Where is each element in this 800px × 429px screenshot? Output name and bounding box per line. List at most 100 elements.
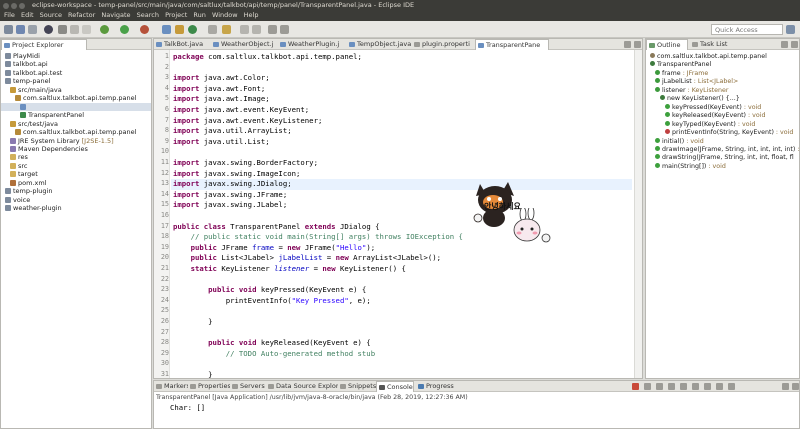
menu-help[interactable]: Help	[244, 10, 259, 21]
tree-item[interactable]: JRE System Library [J2SE-1.5]	[1, 137, 114, 145]
debug-run-icon[interactable]	[100, 25, 109, 34]
outline-item[interactable]: initial() : void	[655, 137, 704, 146]
external-tools-icon[interactable]	[140, 25, 149, 34]
menu-navigate[interactable]: Navigate	[101, 10, 130, 21]
code-line[interactable]: import java.awt.Font;	[173, 84, 265, 95]
outline-item[interactable]: frame : JFrame	[655, 69, 708, 78]
tab-weatherobject-java[interactable]: WeatherObject.j	[211, 39, 277, 50]
previous-annotation-icon[interactable]	[252, 25, 261, 34]
menu-refactor[interactable]: Refactor	[68, 10, 95, 21]
tree-item[interactable]: pom.xml	[1, 179, 47, 187]
tab-progress[interactable]: Progress	[416, 381, 460, 392]
code-line[interactable]: package com.saltlux.talkbot.api.temp.pan…	[173, 52, 362, 63]
perspective-icon[interactable]	[786, 25, 795, 34]
save-icon[interactable]	[16, 25, 25, 34]
tree-item[interactable]: PlayMidi	[1, 52, 40, 60]
code-line[interactable]: // TODO Auto-generated method stub	[173, 349, 375, 360]
save-all-icon[interactable]	[28, 25, 37, 34]
next-annotation-icon[interactable]	[240, 25, 249, 34]
code-line[interactable]: import java.util.List;	[173, 137, 270, 148]
tree-item[interactable]: temp-panel	[1, 77, 50, 85]
tab-servers[interactable]: Servers	[230, 381, 266, 392]
tab-talkbot-java[interactable]: TalkBot.java	[154, 39, 210, 50]
code-line[interactable]: import javax.swing.BorderFactory;	[173, 158, 318, 169]
tree-item[interactable]: TransparentPanel	[1, 111, 84, 119]
code-line[interactable]: public List<JLabel> jLabelList = new Arr…	[173, 253, 441, 264]
maximize-editor-icon[interactable]	[634, 41, 641, 48]
run-icon[interactable]	[120, 25, 129, 34]
console-output[interactable]: Char: []	[170, 403, 205, 412]
tree-item[interactable]: target	[1, 170, 38, 178]
forward-icon[interactable]	[280, 25, 289, 34]
tab-task-list[interactable]: Task List	[690, 39, 738, 50]
clear-console-icon[interactable]	[668, 383, 675, 390]
tree-item[interactable]	[1, 102, 151, 112]
tree-item[interactable]: talkbot.api	[1, 60, 48, 68]
code-line[interactable]: import javax.swing.JLabel;	[173, 200, 287, 211]
outline-item[interactable]: main(String[]) : void	[655, 162, 726, 171]
search-icon[interactable]	[222, 25, 231, 34]
menu-source[interactable]: Source	[40, 10, 62, 21]
display-console-icon[interactable]	[716, 383, 723, 390]
outline-item[interactable]: keyReleased(KeyEvent) : void	[665, 112, 765, 120]
code-line[interactable]: public void keyReleased(KeyEvent e) {	[173, 338, 371, 349]
back-icon[interactable]	[268, 25, 277, 34]
tree-item[interactable]: src/main/java	[1, 86, 62, 94]
code-line[interactable]: import javax.swing.JFrame;	[173, 190, 287, 201]
tab-plugin-properties[interactable]: plugin.properti	[412, 39, 474, 50]
minimize-window-icon[interactable]	[11, 3, 17, 9]
new-class-icon[interactable]	[188, 25, 197, 34]
outline-item[interactable]: drawImage(JFrame, String, int, int, int,…	[655, 145, 800, 154]
tree-item[interactable]: weather-plugin	[1, 204, 62, 212]
menu-edit[interactable]: Edit	[21, 10, 34, 21]
outline-item[interactable]: keyTyped(KeyEvent) : void	[665, 120, 755, 129]
new-package-icon[interactable]	[175, 25, 184, 34]
code-line[interactable]: import java.awt.event.KeyListener;	[173, 116, 322, 127]
pin-console-icon[interactable]	[704, 383, 711, 390]
tab-console[interactable]: Console	[376, 381, 414, 392]
tree-item[interactable]: src/test/java	[1, 120, 58, 128]
outline-item[interactable]: keyPressed(KeyEvent) : void	[665, 103, 761, 112]
code-line[interactable]: }	[173, 370, 212, 381]
outline-item[interactable]: printEventInfo(String, KeyEvent) : void	[665, 129, 793, 137]
quick-access-input[interactable]: Quick Access	[711, 24, 783, 35]
word-wrap-icon[interactable]	[692, 383, 699, 390]
open-console-icon[interactable]	[728, 383, 735, 390]
remove-all-launches-icon[interactable]	[656, 383, 663, 390]
code-line[interactable]: import javax.swing.ImageIcon;	[173, 169, 300, 180]
code-line[interactable]: }	[173, 317, 212, 328]
code-line[interactable]: public JFrame frame = new JFrame("Hello"…	[173, 243, 376, 254]
tab-data-source-explorer[interactable]: Data Source Explorer	[266, 381, 338, 392]
maximize-window-icon[interactable]	[19, 3, 25, 9]
menu-file[interactable]: File	[4, 10, 15, 21]
maximize-console-icon[interactable]	[792, 383, 799, 390]
open-type-icon[interactable]	[208, 25, 217, 34]
tab-weatherplugin-java[interactable]: WeatherPlugin.j	[278, 39, 346, 50]
tab-tempobject-java[interactable]: TempObject.java	[347, 39, 411, 50]
scroll-lock-icon[interactable]	[680, 383, 687, 390]
code-line[interactable]: public void keyPressed(KeyEvent e) {	[173, 285, 366, 296]
outline-item[interactable]: drawString(JFrame, String, int, int, flo…	[655, 154, 794, 162]
outline-item[interactable]: TransparentPanel	[650, 61, 711, 69]
tab-markers[interactable]: Markers	[154, 381, 188, 392]
maximize-outline-icon[interactable]	[791, 41, 798, 48]
tab-transparentpanel-java[interactable]: TransparentPane	[475, 39, 549, 50]
suspend-icon[interactable]	[82, 25, 91, 34]
minimize-editor-icon[interactable]	[624, 41, 631, 48]
code-line[interactable]: static KeyListener listener = new KeyLis…	[173, 264, 406, 275]
terminate-icon[interactable]	[632, 383, 639, 390]
editor-vertical-scrollbar[interactable]	[634, 50, 642, 378]
tab-snippets[interactable]: Snippets	[338, 381, 376, 392]
code-line[interactable]: import java.util.ArrayList;	[173, 126, 292, 137]
code-line[interactable]: import java.awt.event.KeyEvent;	[173, 105, 309, 116]
resume-icon[interactable]	[70, 25, 79, 34]
outline-item[interactable]: new KeyListener() {...}	[660, 95, 740, 103]
tab-properties[interactable]: Properties	[188, 381, 230, 392]
menu-window[interactable]: Window	[212, 10, 238, 21]
code-line[interactable]: printEventInfo("Key Pressed", e);	[173, 296, 371, 307]
tree-item[interactable]: voice	[1, 196, 30, 204]
minimize-outline-icon[interactable]	[781, 41, 788, 48]
tab-outline[interactable]: Outline	[646, 39, 688, 50]
menu-run[interactable]: Run	[193, 10, 205, 21]
minimize-console-icon[interactable]	[782, 383, 789, 390]
